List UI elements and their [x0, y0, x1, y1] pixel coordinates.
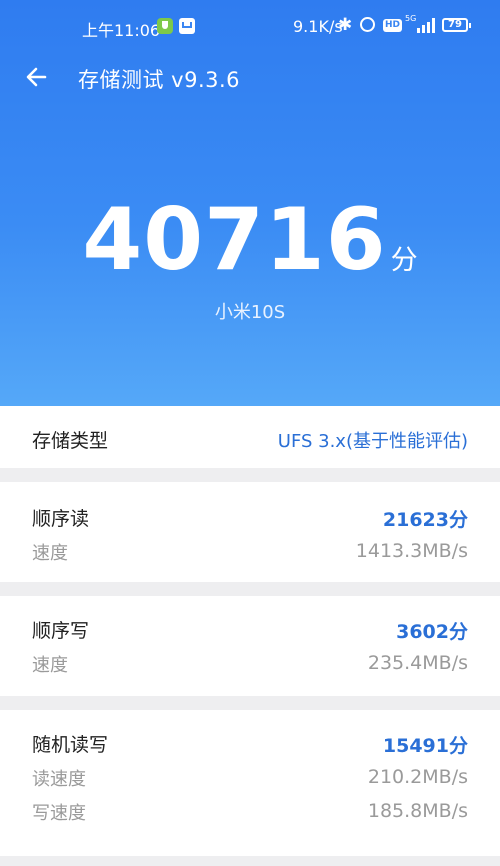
random-rw-score: 15491分	[382, 735, 468, 757]
random-rw-label: 随机读写	[32, 734, 109, 756]
score-header: 上午11:06 9.1K/s ✱ HD 5G 79 存储测试 v9.3.6 40…	[0, 0, 500, 406]
storage-type-value: UFS 3.x(基于性能评估)	[277, 431, 468, 452]
random-rw-card: 随机读写 15491分 读速度 210.2MB/s 写速度 185.8MB/s	[0, 710, 500, 856]
bluetooth-icon: ✱	[338, 15, 353, 35]
status-bar: 上午11:06 9.1K/s ✱ HD 5G 79	[0, 0, 500, 54]
back-arrow-icon	[26, 67, 47, 87]
total-score: 40716 分	[0, 190, 500, 290]
back-button[interactable]	[22, 62, 52, 92]
random-write-speed-label: 写速度	[32, 803, 86, 824]
score-unit: 分	[390, 245, 418, 276]
sequential-write-speed-label: 速度	[32, 655, 68, 676]
sequential-write-score: 3602分	[396, 621, 468, 643]
sequential-read-speed-label: 速度	[32, 543, 68, 564]
random-write-speed: 185.8MB/s	[367, 800, 468, 822]
security-shield-icon	[157, 18, 173, 34]
sequential-write-card: 顺序写 3602分 速度 235.4MB/s	[0, 596, 500, 696]
alarm-clock-icon	[360, 17, 375, 32]
page-title: 存储测试 v9.3.6	[78, 68, 241, 92]
score-value: 40716	[82, 190, 387, 290]
hd-voice-icon: HD	[383, 19, 403, 32]
shopping-cart-icon	[179, 18, 195, 34]
battery-icon: 79	[442, 18, 471, 32]
sequential-read-score: 21623分	[382, 509, 468, 531]
sequential-write-label: 顺序写	[32, 620, 90, 642]
signal-strength-icon	[417, 18, 435, 33]
storage-type-card: 存储类型 UFS 3.x(基于性能评估)	[0, 406, 500, 468]
network-type-label: 5G	[405, 14, 417, 23]
network-speed: 9.1K/s	[293, 17, 343, 36]
sequential-read-label: 顺序读	[32, 508, 90, 530]
storage-type-label: 存储类型	[32, 430, 109, 452]
random-read-speed: 210.2MB/s	[367, 766, 468, 788]
random-read-speed-label: 读速度	[32, 769, 86, 790]
sequential-read-speed: 1413.3MB/s	[355, 540, 468, 562]
sequential-write-speed: 235.4MB/s	[367, 652, 468, 674]
sequential-read-card: 顺序读 21623分 速度 1413.3MB/s	[0, 482, 500, 582]
status-time: 上午11:06	[82, 21, 161, 40]
device-name: 小米10S	[214, 302, 286, 323]
